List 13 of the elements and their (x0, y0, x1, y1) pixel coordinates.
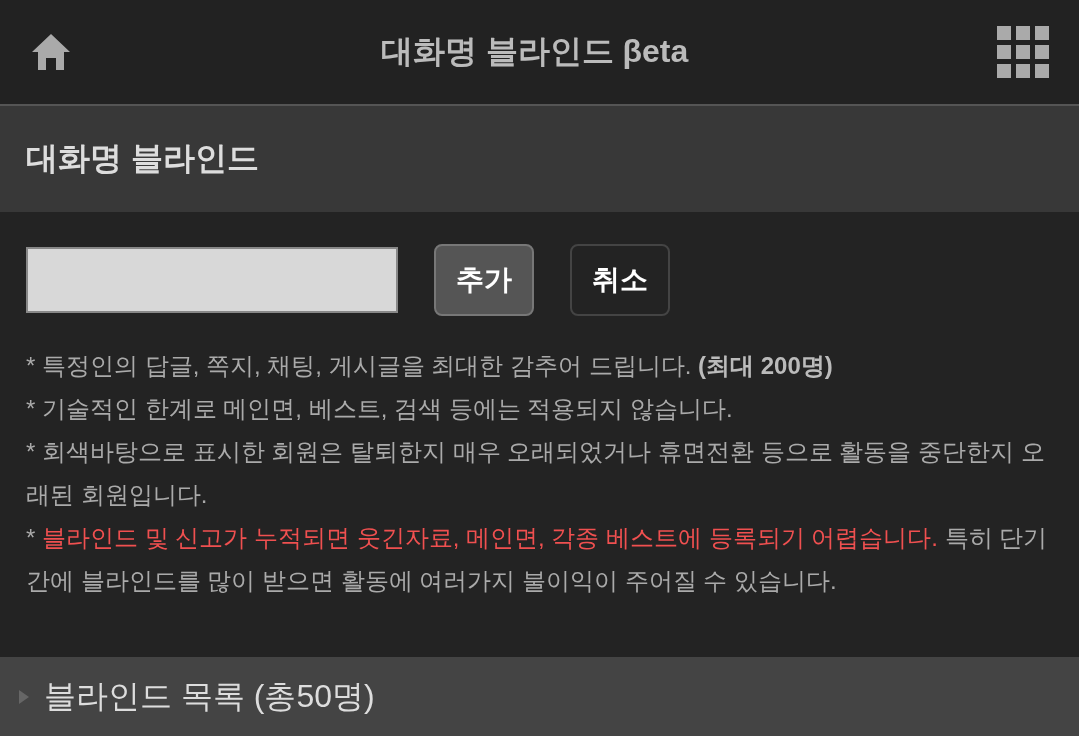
app-title: 대화명 블라인드 βeta (380, 32, 689, 71)
section-title: 대화명 블라인드 (26, 139, 259, 178)
grid-menu-icon[interactable] (997, 26, 1049, 78)
home-icon[interactable] (30, 32, 72, 72)
nickname-input[interactable] (26, 247, 398, 313)
blind-list-header[interactable]: 블라인드 목록 (총50명) (0, 657, 1079, 736)
notice-text: * 특정인의 답글, 쪽지, 채팅, 게시글을 최대한 감추어 드립니다. (최대 200명) (26, 351, 834, 381)
notice-text: * 블라인드 및 신고가 누적되면 웃긴자료, 메인면, 각종 베스트에 등록되기 어렵습니다. 특히 단기간에 블라인드를 많이 받으면 활동에 여러가지 불이익이 주어질 수 있습니다. (26, 523, 1049, 596)
add-button[interactable]: 추가 (434, 244, 534, 316)
notice-text: * 회색바탕으로 표시한 회원은 탈퇴한지 매우 오래되었거나 휴면전환 등으로 활동을 중단한지 오래된 회원입니다. (26, 437, 1046, 510)
cancel-button[interactable]: 취소 (570, 244, 670, 316)
notice-text: * 기술적인 한계로 메인면, 베스트, 검색 등에는 적용되지 않습니다. (26, 394, 734, 424)
list-title: 블라인드 목록 (총50명) (44, 676, 375, 716)
